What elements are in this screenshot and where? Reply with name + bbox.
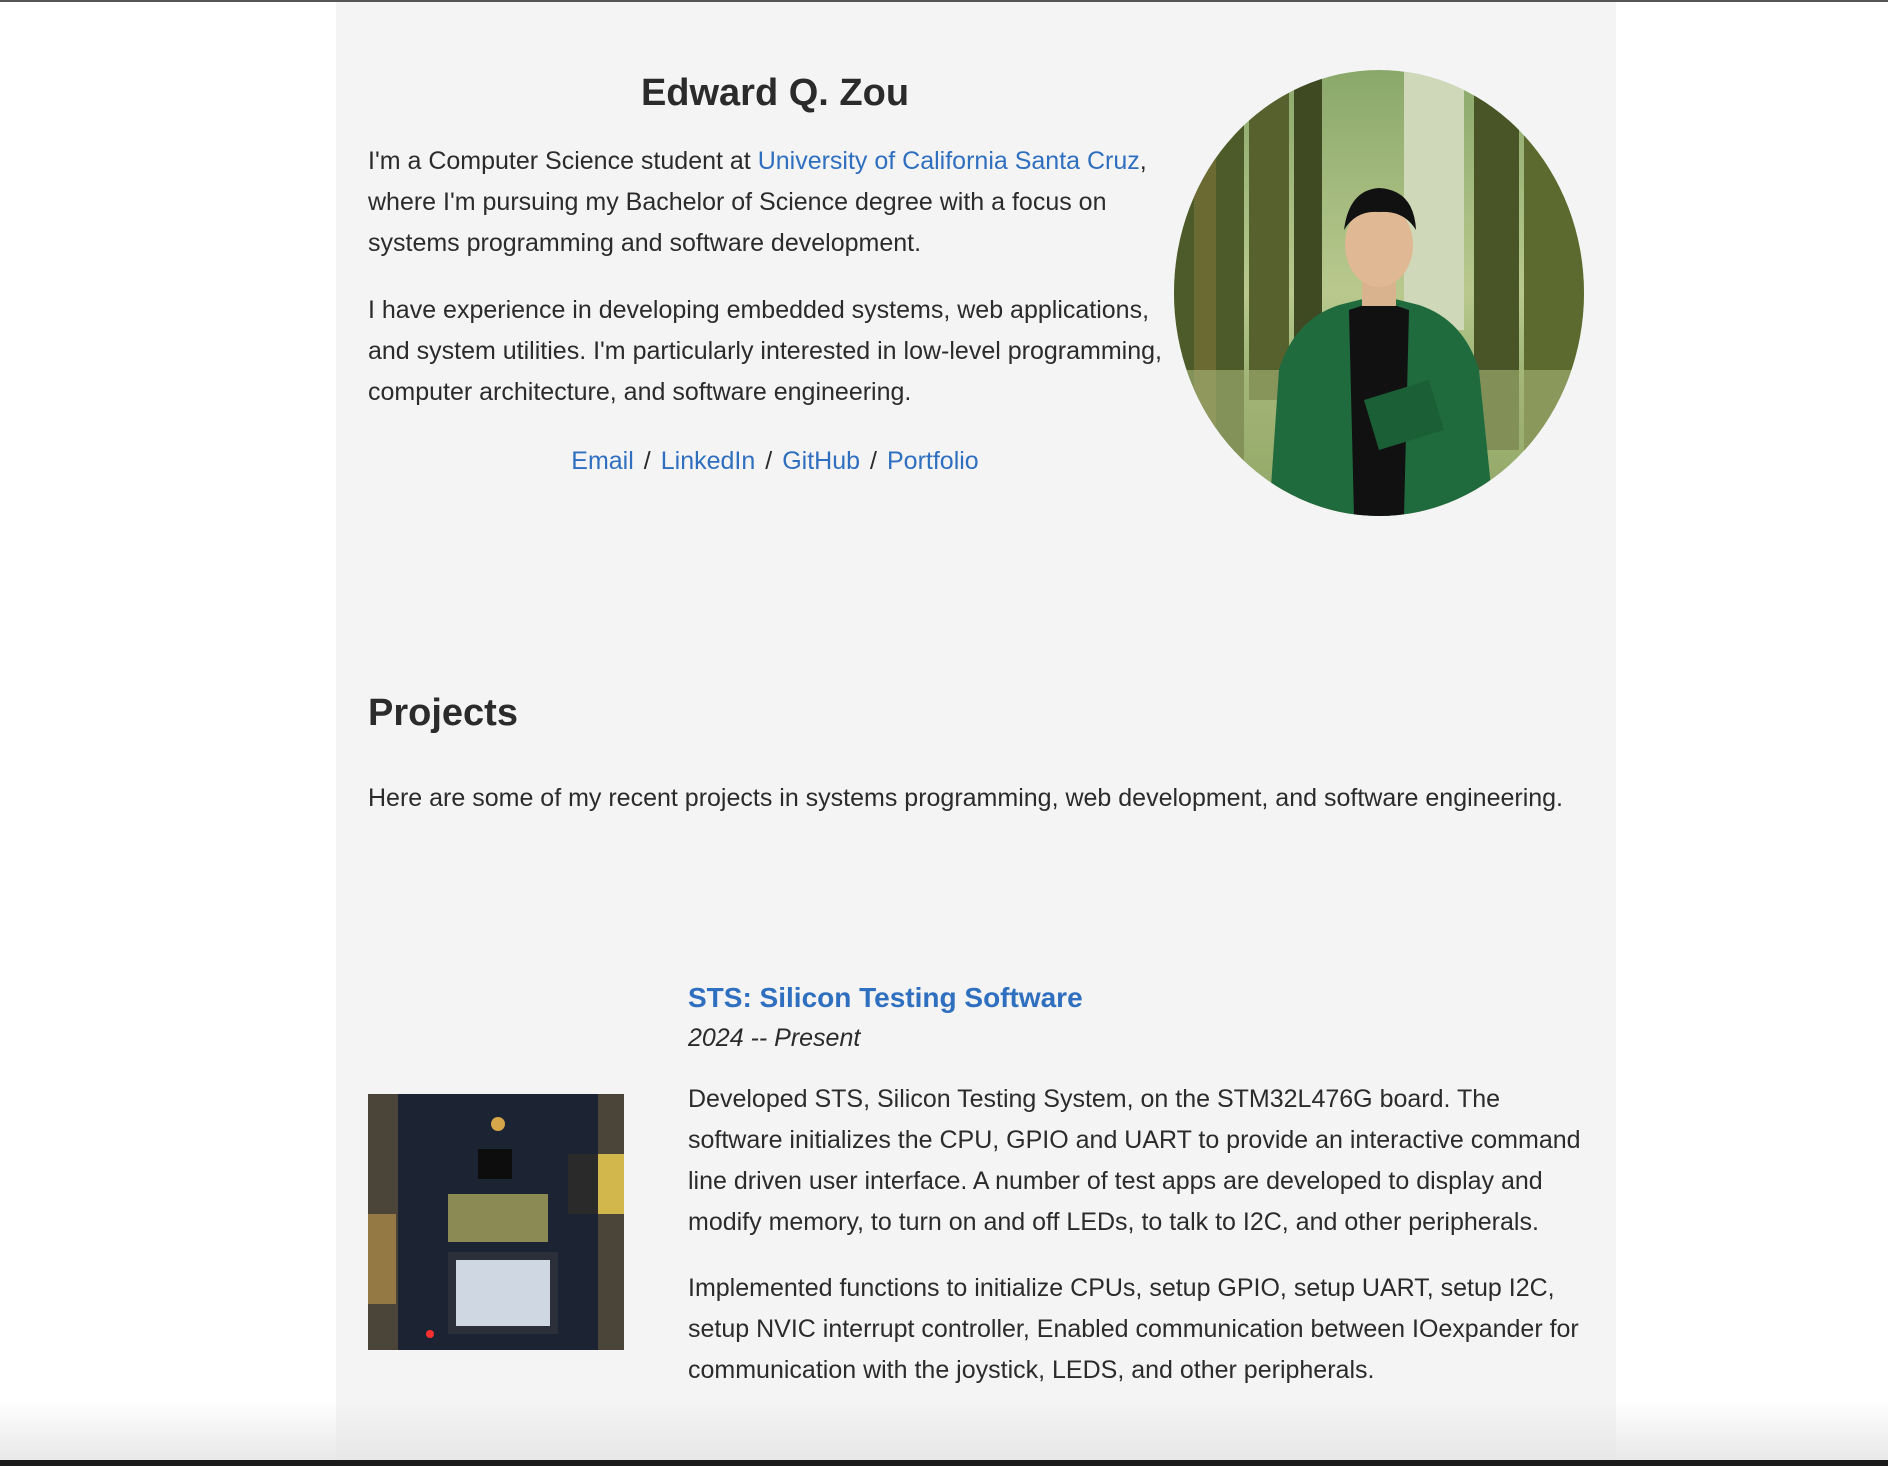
github-link[interactable]: GitHub [782, 447, 860, 475]
project-title-link[interactable]: STS: Silicon Testing Software [688, 982, 1588, 1014]
link-separator: / [765, 447, 773, 475]
projects-intro: Here are some of my recent projects in s… [368, 784, 1564, 812]
profile-photo [1174, 70, 1584, 516]
intro-p1-before: I'm a Computer Science student at [368, 147, 758, 175]
link-separator: / [870, 447, 877, 475]
intro-paragraph-2: I have experience in developing embedded… [368, 296, 1162, 406]
project-description-1: Developed STS, Silicon Testing System, o… [688, 1085, 1581, 1236]
linkedin-link[interactable]: LinkedIn [661, 447, 756, 475]
university-link[interactable]: University of California Santa Cruz [758, 147, 1140, 175]
page-title: Edward Q. Zou [640, 72, 910, 114]
project-date: 2024 -- Present [688, 1024, 861, 1052]
bottom-fade [0, 1400, 1888, 1460]
intro-paragraph-1: I'm a Computer Science student at Univer… [368, 141, 1182, 264]
projects-heading: Projects [368, 692, 518, 734]
contact-links: Email / LinkedIn / GitHub / Portfolio [368, 447, 1182, 476]
page-container: Edward Q. Zou I'm a Computer Science stu… [336, 2, 1616, 1460]
email-link[interactable]: Email [571, 447, 634, 475]
intro-section: Edward Q. Zou I'm a Computer Science stu… [368, 72, 1182, 476]
portfolio-link[interactable]: Portfolio [887, 447, 979, 475]
link-separator: / [643, 447, 651, 475]
window-bottom-bar [0, 1460, 1888, 1466]
project-image [368, 1094, 624, 1350]
project-description-2: Implemented functions to initialize CPUs… [688, 1274, 1579, 1384]
project-item: STS: Silicon Testing Software 2024 -- Pr… [688, 982, 1588, 1416]
